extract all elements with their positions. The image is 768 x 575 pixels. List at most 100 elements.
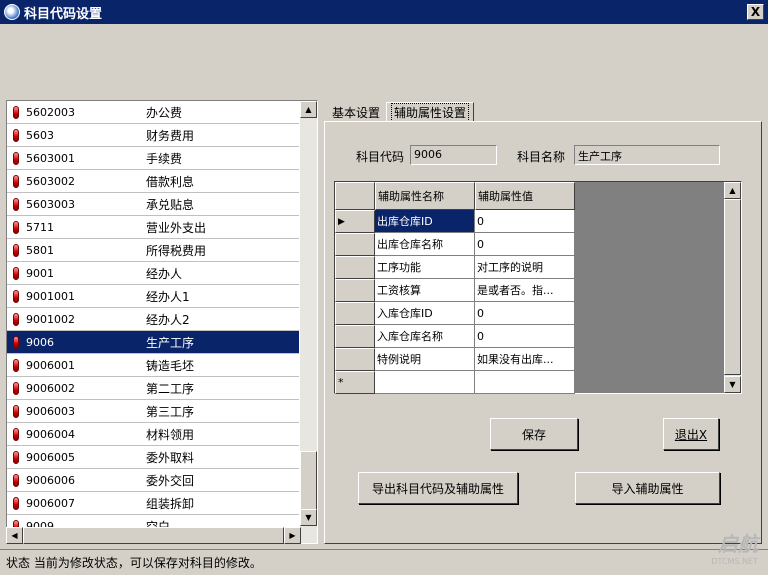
close-button[interactable]: X: [747, 4, 764, 20]
list-item[interactable]: 5603003 承兑贴息: [7, 193, 299, 216]
account-name: 承兑贴息: [146, 197, 195, 212]
account-bullet-icon: [13, 289, 19, 303]
list-item[interactable]: 9006001 铸造毛坯: [7, 354, 299, 377]
grid-attr-value-cell[interactable]: 0: [475, 302, 575, 325]
list-item[interactable]: 5801 所得税费用: [7, 239, 299, 262]
account-bullet-icon: [13, 427, 19, 441]
account-name: 手续费: [146, 151, 183, 166]
auxiliary-attribute-grid[interactable]: 辅助属性名称 辅助属性值 ▶ 出库仓库ID 0 出库仓库名称 0 工序功能 对工序的说明 工资核算…: [334, 181, 742, 394]
grid-attr-value-cell[interactable]: 如果没有出库...: [475, 348, 575, 371]
grid-row-header[interactable]: [335, 302, 375, 325]
grid-row-header[interactable]: [335, 256, 375, 279]
save-button[interactable]: 保存: [490, 418, 578, 450]
account-name: 借款利息: [146, 174, 195, 189]
import-button[interactable]: 导入辅助属性: [575, 472, 720, 504]
grid-attr-value-cell[interactable]: 是或者否。指...: [475, 279, 575, 302]
grid-scroll-down-arrow-icon[interactable]: ▼: [724, 376, 741, 393]
list-item[interactable]: 9006006 委外交回: [7, 469, 299, 492]
exit-button[interactable]: 退出X: [663, 418, 719, 450]
grid-attr-name-cell[interactable]: 入库仓库名称: [375, 325, 475, 348]
tab-basic-settings[interactable]: 基本设置: [328, 102, 385, 122]
grid-row-header[interactable]: ▶: [335, 210, 375, 233]
list-hscroll-thumb[interactable]: [23, 527, 284, 544]
account-name: 经办人: [146, 266, 183, 281]
account-name: 财务费用: [146, 128, 195, 143]
account-name: 所得税费用: [146, 243, 207, 258]
grid-attr-name-cell[interactable]: 出库仓库名称: [375, 233, 475, 256]
account-code: 5603: [26, 128, 54, 142]
list-item[interactable]: 5711 营业外支出: [7, 216, 299, 239]
grid-attr-name-cell[interactable]: 工资核算: [375, 279, 475, 302]
status-bar: 状态 当前为修改状态，可以保存对科目的修改。: [0, 549, 768, 575]
grid-scroll-up-arrow-icon[interactable]: ▲: [724, 182, 741, 199]
list-item[interactable]: 5603001 手续费: [7, 147, 299, 170]
account-bullet-icon: [13, 220, 19, 234]
list-item[interactable]: 9006 生产工序: [7, 331, 299, 354]
list-item[interactable]: 9001 经办人: [7, 262, 299, 285]
account-code: 9006004: [26, 427, 75, 441]
toolbar-area: [0, 24, 768, 96]
grid-attr-value-cell[interactable]: 0: [475, 325, 575, 348]
grid-new-name-cell[interactable]: [375, 371, 475, 394]
grid-row-header[interactable]: [335, 348, 375, 371]
list-item[interactable]: 9006004 材料领用: [7, 423, 299, 446]
list-item[interactable]: 9006003 第三工序: [7, 400, 299, 423]
grid-vertical-scrollbar[interactable]: ▲ ▼: [724, 182, 741, 393]
grid-attr-name-cell[interactable]: 工序功能: [375, 256, 475, 279]
account-code: 5711: [26, 220, 54, 234]
account-name: 委外取料: [146, 450, 195, 465]
list-item[interactable]: 9006002 第二工序: [7, 377, 299, 400]
export-button[interactable]: 导出科目代码及辅助属性: [358, 472, 518, 504]
account-code: 9001: [26, 266, 54, 280]
account-bullet-icon: [13, 450, 19, 464]
list-item[interactable]: 9006005 委外取料: [7, 446, 299, 469]
list-item[interactable]: 9001001 经办人1: [7, 285, 299, 308]
account-code: 9006006: [26, 473, 75, 487]
account-bullet-icon: [13, 381, 19, 395]
account-code: 5602003: [26, 105, 75, 119]
code-field[interactable]: 9006: [410, 145, 497, 165]
watermark-logo: 启航 DTCMS.NET: [711, 532, 758, 566]
grid-attr-value-cell[interactable]: 对工序的说明: [475, 256, 575, 279]
scroll-down-arrow-icon[interactable]: ▼: [300, 509, 317, 526]
scroll-left-arrow-icon[interactable]: ◀: [6, 527, 23, 544]
account-code: 5801: [26, 243, 54, 257]
grid-scroll-thumb[interactable]: [724, 199, 741, 375]
account-bullet-icon: [13, 312, 19, 326]
grid-new-value-cell[interactable]: [475, 371, 575, 394]
account-bullet-icon: [13, 266, 19, 280]
grid-attr-name-cell[interactable]: 入库仓库ID: [375, 302, 475, 325]
status-text: 状态 当前为修改状态，可以保存对科目的修改。: [6, 556, 262, 570]
grid-row-header[interactable]: [335, 233, 375, 256]
account-list[interactable]: 5602003 办公费 5603 财务费用 5603001 手续费 5603002 借款利息 5…: [6, 100, 318, 544]
account-bullet-icon: [13, 358, 19, 372]
list-item[interactable]: 9006007 组装拆卸: [7, 492, 299, 515]
account-bullet-icon: [13, 197, 19, 211]
grid-row-header[interactable]: [335, 325, 375, 348]
code-label: 科目代码: [356, 150, 405, 164]
tab-auxiliary-settings[interactable]: 辅助属性设置: [386, 102, 475, 122]
scroll-right-arrow-icon[interactable]: ▶: [284, 527, 301, 544]
column-header-value[interactable]: 辅助属性值: [475, 182, 575, 210]
list-item[interactable]: 5603002 借款利息: [7, 170, 299, 193]
list-vertical-scrollbar[interactable]: ▲ ▼: [300, 101, 317, 543]
grid-row-header[interactable]: [335, 279, 375, 302]
grid-attr-name-cell[interactable]: 特例说明: [375, 348, 475, 371]
account-name: 材料领用: [146, 427, 195, 442]
account-name: 铸造毛坯: [146, 358, 195, 373]
list-item[interactable]: 9001002 经办人2: [7, 308, 299, 331]
scroll-up-arrow-icon[interactable]: ▲: [300, 101, 317, 118]
grid-attr-value-cell[interactable]: 0: [475, 210, 575, 233]
name-field[interactable]: 生产工序: [574, 145, 720, 165]
account-code: 9006002: [26, 381, 75, 395]
grid-new-row-header[interactable]: *: [335, 371, 375, 394]
list-item[interactable]: 5603 财务费用: [7, 124, 299, 147]
grid-attr-value-cell[interactable]: 0: [475, 233, 575, 256]
account-name: 委外交回: [146, 473, 195, 488]
list-horizontal-scrollbar[interactable]: ◀ ▶: [6, 527, 318, 544]
list-item[interactable]: 5602003 办公费: [7, 101, 299, 124]
account-bullet-icon: [13, 174, 19, 188]
grid-attr-name-cell[interactable]: 出库仓库ID: [375, 210, 475, 233]
account-name: 生产工序: [146, 335, 195, 350]
column-header-name[interactable]: 辅助属性名称: [375, 182, 475, 210]
